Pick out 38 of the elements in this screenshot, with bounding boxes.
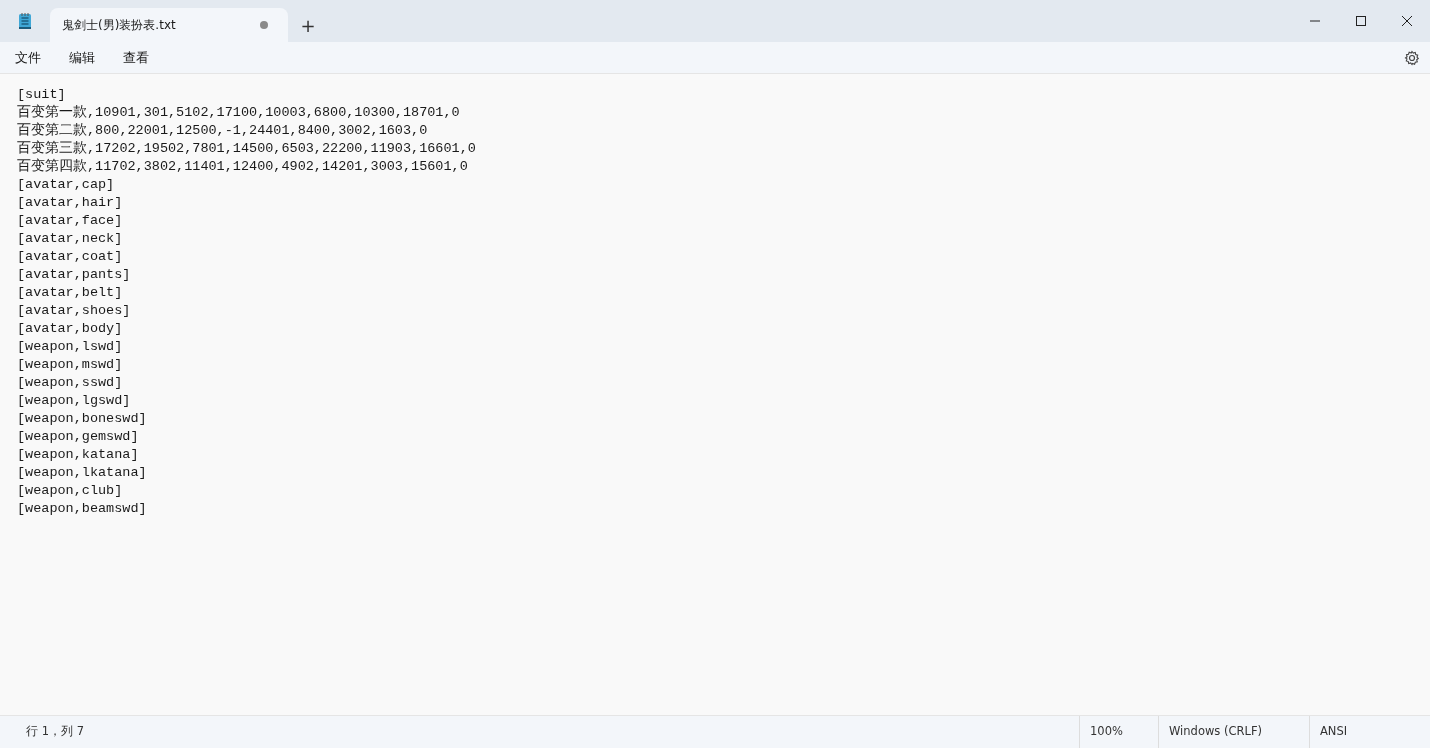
text-line: [weapon,boneswd] [17, 410, 148, 428]
text-line: [weapon,katana] [17, 446, 140, 464]
new-tab-button[interactable]: + [288, 8, 328, 42]
text-line: [avatar,neck] [17, 230, 124, 248]
text-line: 百变第二款,800,22001,12500,-1,24401,8400,3002,1603,0 [17, 122, 429, 140]
cursor-position: 行 1，列 7 [25, 723, 85, 741]
menu-item[interactable]: 文件 [6, 43, 50, 72]
text-line: [weapon,lswd] [17, 338, 124, 356]
notepad-icon [18, 12, 32, 30]
text-line: [weapon,gemswd] [17, 428, 140, 446]
text-line: [suit] [17, 86, 67, 104]
text-line: [avatar,shoes] [17, 302, 132, 320]
settings-icon[interactable] [1404, 49, 1420, 66]
text-line: [weapon,sswd] [17, 374, 124, 392]
document-tab[interactable]: 鬼剑士(男)装扮表.txt [50, 8, 288, 42]
text-line: [avatar,coat] [17, 248, 124, 266]
text-line: [avatar,face] [17, 212, 124, 230]
text-line: 百变第三款,17202,19502,7801,14500,6503,22200,11903,16601,0 [17, 140, 477, 158]
text-line: 百变第一款,10901,301,5102,17100,10003,6800,10300,18701,0 [17, 104, 461, 122]
maximize-icon [1356, 16, 1366, 26]
line-ending: Windows (CRLF) [1168, 723, 1263, 741]
text-line: 百变第四款,11702,3802,11401,12400,4902,14201,3003,15601,0 [17, 158, 469, 176]
close-icon [1402, 16, 1412, 26]
text-line: [avatar,body] [17, 320, 124, 338]
text-line: [avatar,belt] [17, 284, 124, 302]
encoding: ANSI [1319, 723, 1349, 741]
text-line: [avatar,pants] [17, 266, 132, 284]
text-line: [weapon,lkatana] [17, 464, 148, 482]
zoom-level: 100% [1089, 723, 1124, 741]
text-line: [avatar,hair] [17, 194, 124, 212]
menu-item[interactable]: 查看 [114, 43, 158, 72]
text-line: [weapon,mswd] [17, 356, 124, 374]
tab-title: 鬼剑士(男)装扮表.txt [62, 17, 176, 34]
text-line: [weapon,lgswd] [17, 392, 132, 410]
menu-item[interactable]: 编辑 [60, 43, 104, 72]
text-line: [weapon,club] [17, 482, 124, 500]
text-line: [avatar,cap] [17, 176, 116, 194]
text-line: [weapon,beamswd] [17, 500, 148, 518]
